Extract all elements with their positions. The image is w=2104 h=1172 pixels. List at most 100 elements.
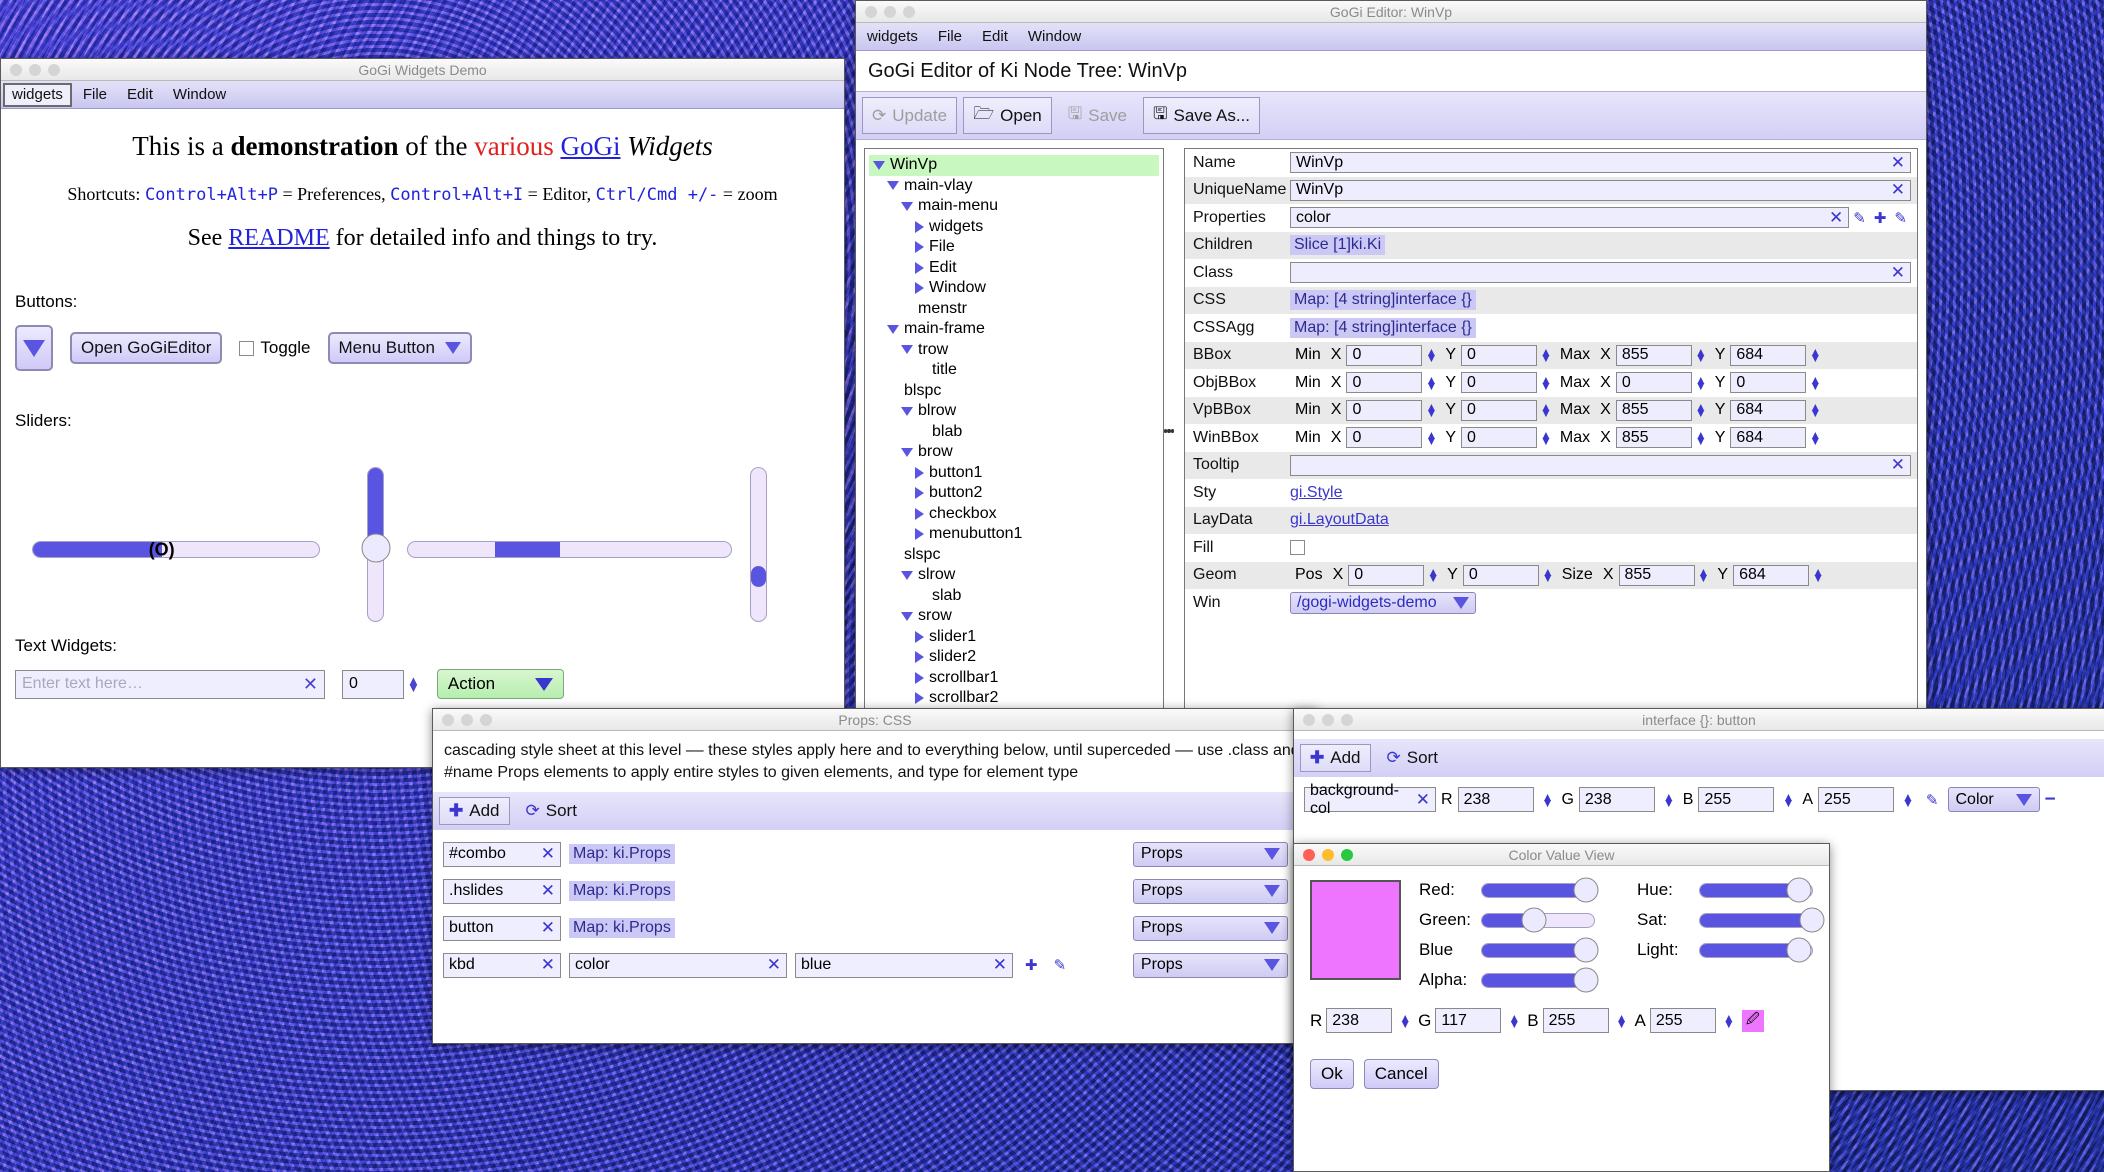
tree-node-menstr[interactable]: menstr	[869, 299, 1159, 320]
spinner-arrows-icon-3[interactable]: ▲ ▼	[1695, 566, 1713, 584]
cv-g-input[interactable]: 117	[1435, 1008, 1502, 1033]
spinner-arrows-icon[interactable]: ▲ ▼	[1422, 401, 1440, 419]
spinner-arrows-icon-3[interactable]: ▲ ▼	[1692, 346, 1710, 364]
row-key-input[interactable]: kbd ✕	[443, 952, 561, 978]
expand-closed-icon[interactable]	[915, 261, 924, 274]
tree-node-title[interactable]: title	[869, 360, 1159, 381]
iface-r-input[interactable]: 238	[1457, 787, 1534, 812]
prop-input-class[interactable]: ✕	[1290, 262, 1911, 284]
spinner-arrows-icon-2[interactable]: ▲ ▼	[1537, 429, 1555, 447]
iface-b-input[interactable]: 255	[1698, 787, 1775, 812]
row-key-input[interactable]: #combo ✕	[443, 841, 561, 867]
color-view-titlebar[interactable]: Color Value View	[1294, 844, 1829, 866]
row-type-combo[interactable]: Props	[1132, 878, 1288, 904]
tree-node-main-menu[interactable]: main-menu	[869, 196, 1159, 217]
cv-a-input[interactable]: 255	[1649, 1008, 1716, 1033]
slider-2-thumb[interactable]	[495, 542, 560, 557]
expand-closed-icon[interactable]	[915, 466, 924, 479]
slider-knob[interactable]	[1521, 907, 1547, 933]
edit-icon[interactable]: ✎	[1922, 791, 1943, 809]
geom-sizey[interactable]: 684	[1733, 564, 1810, 586]
geom-posx[interactable]: 0	[1348, 564, 1425, 586]
expand-closed-icon[interactable]	[915, 630, 924, 643]
tree-node-file[interactable]: File	[869, 237, 1159, 258]
vertical-slider-knob[interactable]	[361, 533, 390, 563]
bbox-maxy[interactable]: 684	[1730, 344, 1807, 366]
prop-value-css[interactable]: Map: [4 string]interface {}	[1290, 290, 1476, 311]
tree-node-window[interactable]: Window	[869, 278, 1159, 299]
edit-icon-2[interactable]: ✎	[1890, 209, 1911, 227]
rgba-slider-3[interactable]	[1481, 967, 1599, 993]
cancel-button[interactable]: Cancel	[1363, 1059, 1439, 1089]
spinner-input[interactable]: 0	[342, 669, 404, 699]
clear-icon[interactable]: ✕	[537, 955, 555, 975]
vpbbox-miny[interactable]: 0	[1461, 399, 1538, 421]
editor-menubar[interactable]: widgets File Edit Window	[856, 23, 1926, 51]
editor-titlebar[interactable]: GoGi Editor: WinVp	[856, 1, 1926, 23]
add-icon[interactable]: ✚	[1021, 956, 1042, 974]
minimize-icon[interactable]	[461, 713, 473, 726]
props-css-window-controls[interactable]	[433, 713, 492, 726]
vpbbox-maxy[interactable]: 684	[1730, 399, 1807, 421]
slider-knob[interactable]	[1786, 937, 1812, 963]
color-view-window-controls[interactable]	[1294, 848, 1353, 861]
clear-icon[interactable]: ✕	[989, 955, 1007, 975]
expand-open-icon[interactable]	[873, 160, 885, 170]
objbbox-maxx[interactable]: 0	[1615, 372, 1692, 394]
readme-link[interactable]: README	[228, 225, 329, 251]
row-key-input[interactable]: .hslides ✕	[443, 878, 561, 904]
tree-node-slab[interactable]: slab	[869, 586, 1159, 607]
minimize-icon[interactable]	[1322, 713, 1334, 726]
horizontal-slider-1[interactable]: (O)	[32, 539, 320, 559]
number-spinner[interactable]: 0 ▲ ▼	[342, 669, 420, 699]
clear-icon[interactable]: ✕	[537, 918, 555, 938]
row-value-input[interactable]: color ✕	[569, 952, 787, 978]
tree-node-slider1[interactable]: slider1	[869, 627, 1159, 648]
winbbox-minx[interactable]: 0	[1346, 427, 1423, 449]
spinner-arrows-icon-4[interactable]: ▲ ▼	[1806, 429, 1824, 447]
text-input[interactable]: Enter text here… ✕	[15, 669, 325, 699]
bbox-minx[interactable]: 0	[1346, 344, 1423, 366]
tree-node-button2[interactable]: button2	[869, 483, 1159, 504]
iface-add-button[interactable]: ✚ Add	[1300, 744, 1371, 772]
clear-icon[interactable]: ✕	[1825, 208, 1843, 228]
tree-node-brow[interactable]: brow	[869, 442, 1159, 463]
iface-toolbar[interactable]: ✚ Add ⟳ Sort	[1294, 739, 2104, 777]
winbbox-maxx[interactable]: 855	[1615, 427, 1692, 449]
spinner-arrows-icon[interactable]: ▲ ▼	[1422, 346, 1440, 364]
expand-open-icon[interactable]	[901, 406, 913, 416]
minimize-icon[interactable]	[1322, 848, 1334, 861]
edit-icon[interactable]: ✎	[1849, 209, 1870, 227]
save-button[interactable]: 🖫 Save	[1058, 97, 1137, 134]
tree-node-trow[interactable]: trow	[869, 340, 1159, 361]
rgba-slider-2[interactable]	[1481, 937, 1599, 963]
objbbox-miny[interactable]: 0	[1461, 372, 1538, 394]
close-icon[interactable]	[865, 5, 877, 18]
spinner-arrows-icon-b[interactable]: ▲ ▼	[1613, 1012, 1631, 1030]
tree-node-button1[interactable]: button1	[869, 463, 1159, 484]
objbbox-minx[interactable]: 0	[1346, 372, 1423, 394]
menubar[interactable]: widgets File Edit Window	[1, 81, 844, 109]
tree-node-slider2[interactable]: slider2	[869, 647, 1159, 668]
rgba-slider-0[interactable]	[1481, 877, 1599, 903]
close-icon[interactable]	[442, 713, 454, 726]
expand-open-icon[interactable]	[901, 570, 913, 580]
spinner-arrows-icon-b[interactable]: ▲ ▼	[1779, 791, 1797, 809]
props-css-titlebar[interactable]: Props: CSS	[433, 709, 1317, 731]
editor-toolbar[interactable]: ⟳ Update 🗁 Open 🖫 Save 🖫 Save As...	[856, 91, 1926, 140]
editor-menu-edit[interactable]: Edit	[973, 25, 1017, 49]
vertical-scrollbar-thumb[interactable]	[751, 565, 766, 588]
spinner-arrows-icon-r[interactable]: ▲ ▼	[1539, 791, 1557, 809]
tree-node-scrollbar2[interactable]: scrollbar2	[869, 688, 1159, 709]
window-controls[interactable]	[1, 63, 60, 76]
prop-input-properties[interactable]: color ✕	[1290, 207, 1850, 229]
tree-node-slrow[interactable]: slrow	[869, 565, 1159, 586]
add-icon[interactable]: ✚	[1870, 209, 1891, 227]
prop-input-uniquename[interactable]: WinVp ✕	[1290, 179, 1911, 201]
save-as-button[interactable]: 🖫 Save As...	[1143, 97, 1261, 134]
spinner-arrows-icon-r[interactable]: ▲ ▼	[1396, 1012, 1414, 1030]
spinner-arrows-icon-4[interactable]: ▲ ▼	[1809, 566, 1827, 584]
tree-node-widgets[interactable]: widgets	[869, 217, 1159, 238]
clear-icon[interactable]: ✕	[1887, 180, 1905, 200]
expand-closed-icon[interactable]	[915, 241, 924, 254]
